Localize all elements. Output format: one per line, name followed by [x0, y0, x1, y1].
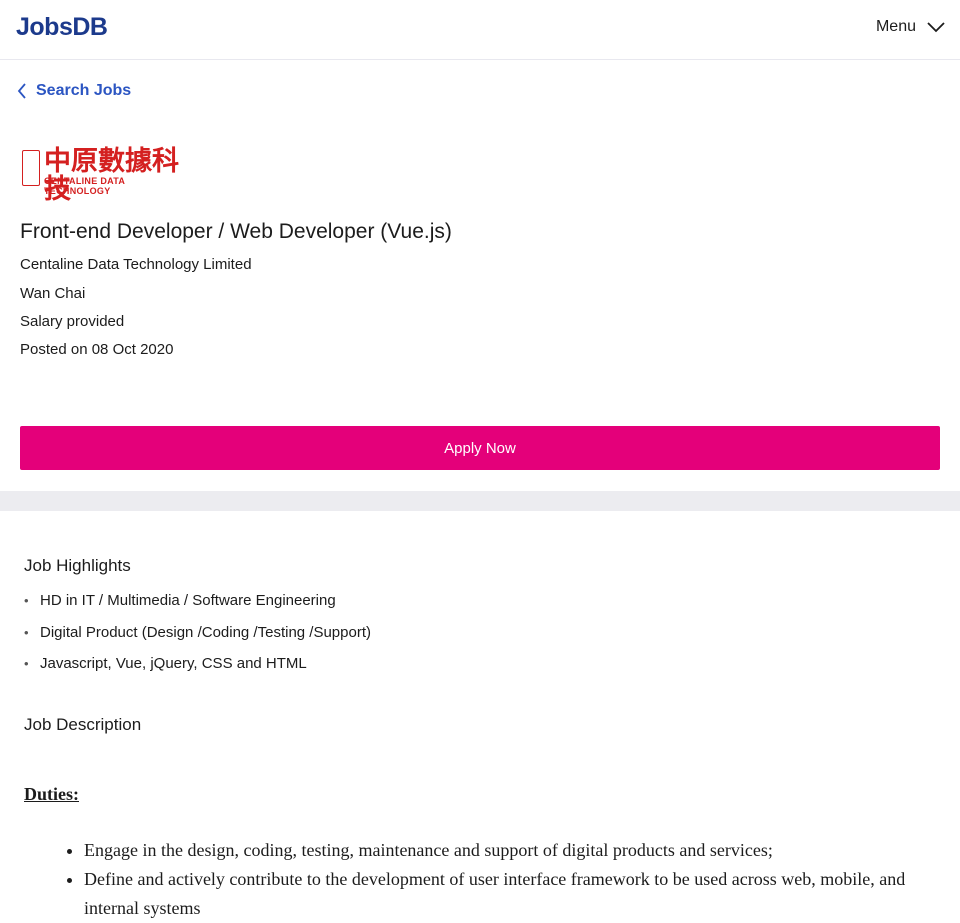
menu-button[interactable]: Menu — [876, 18, 946, 36]
company-name: Centaline Data Technology Limited — [20, 256, 252, 273]
menu-label: Menu — [875, 18, 916, 35]
top-bar: JobsDB Menu — [0, 0, 960, 60]
chevron-left-icon — [17, 83, 26, 99]
job-location: Wan Chai — [20, 285, 86, 302]
job-highlights-list: HD in IT / Multimedia / Software Enginee… — [24, 590, 371, 685]
posted-date: Posted on 08 Oct 2020 — [20, 341, 174, 358]
back-to-search-link[interactable]: Search Jobs — [16, 82, 131, 100]
job-highlights-title: Job Highlights — [24, 556, 131, 575]
highlight-item: Digital Product (Design /Coding /Testing… — [24, 622, 371, 654]
duties-list: Engage in the design, coding, testing, m… — [62, 836, 960, 923]
back-link-label: Search Jobs — [36, 82, 132, 99]
highlight-item: HD in IT / Multimedia / Software Enginee… — [24, 590, 371, 622]
logo-english-text: CENTALINE DATA TECHNOLOGY — [44, 176, 125, 196]
section-divider — [0, 491, 960, 511]
job-description-title: Job Description — [24, 715, 142, 734]
duties-heading: Duties: — [24, 784, 79, 804]
job-title: Front-end Developer / Web Developer (Vue… — [20, 220, 452, 243]
duty-item: Engage in the design, coding, testing, m… — [84, 836, 960, 865]
highlight-item: Javascript, Vue, jQuery, CSS and HTML — [24, 653, 371, 685]
logo-seal — [22, 150, 40, 186]
company-logo: 中原數據科技 CENTALINE DATA TECHNOLOGY — [22, 148, 194, 204]
chevron-down-icon — [927, 22, 945, 33]
jobsdb-logo[interactable]: JobsDB — [16, 13, 108, 42]
salary-info: Salary provided — [20, 313, 125, 330]
apply-now-button[interactable]: Apply Now — [20, 426, 940, 470]
duty-item: Define and actively contribute to the de… — [84, 865, 960, 923]
